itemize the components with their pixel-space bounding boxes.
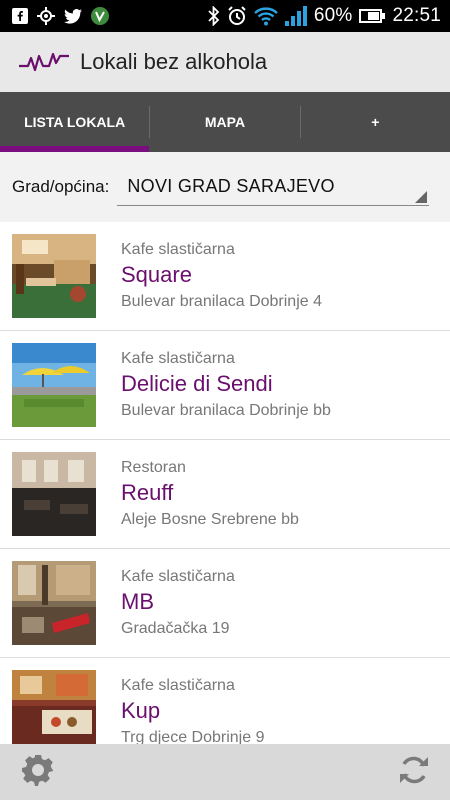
vine-icon	[91, 7, 109, 25]
place-address: Gradačačka 19	[121, 620, 230, 637]
wifi-icon	[253, 6, 278, 26]
city-filter-row: Grad/općina: NOVI GRAD SARAJEVO	[0, 152, 450, 222]
status-bar: 60% 22:51	[0, 0, 450, 32]
tab-lista-lokala[interactable]: LISTA LOKALA	[0, 92, 150, 152]
city-select-dropdown[interactable]: NOVI GRAD SARAJEVO	[117, 168, 430, 206]
settings-button[interactable]	[20, 754, 56, 790]
list-item[interactable]: Kafe slastičarna Square Bulevar branilac…	[0, 222, 450, 331]
place-category: Kafe slastičarna	[121, 568, 235, 585]
city-select-value: NOVI GRAD SARAJEVO	[127, 176, 335, 196]
signal-icon	[284, 6, 307, 26]
dropdown-caret-icon	[415, 191, 428, 203]
place-address: Bulevar branilaca Dobrinje 4	[121, 293, 322, 310]
app-logo-icon	[18, 50, 70, 74]
twitter-icon	[64, 8, 82, 24]
place-photo	[12, 234, 96, 318]
action-bar: Lokali bez alkohola	[0, 32, 450, 92]
place-photo	[12, 670, 96, 744]
tab-label: +	[371, 114, 380, 130]
place-address: Bulevar branilaca Dobrinje bb	[121, 402, 331, 419]
place-photo	[12, 561, 96, 645]
tab-label: LISTA LOKALA	[24, 114, 126, 130]
tab-bar: LISTA LOKALA MAPA +	[0, 92, 450, 152]
refresh-button[interactable]	[396, 754, 432, 790]
battery-icon	[359, 9, 386, 23]
place-name: Delicie di Sendi	[121, 371, 273, 396]
alarm-icon	[227, 6, 247, 26]
notification-icon	[12, 8, 28, 24]
place-name: Kup	[121, 698, 161, 723]
place-name: Reuff	[121, 480, 174, 505]
bluetooth-icon	[208, 6, 220, 26]
list-item[interactable]: Restoran Reuff Aleje Bosne Srebrene bb	[0, 440, 450, 549]
refresh-icon	[397, 753, 431, 792]
list-item[interactable]: Kafe slastičarna Kup Trg djece Dobrinje …	[0, 658, 450, 744]
place-category: Restoran	[121, 459, 186, 476]
place-address: Aleje Bosne Srebrene bb	[121, 511, 299, 528]
places-list[interactable]: Kafe slastičarna Square Bulevar branilac…	[0, 222, 450, 744]
list-item[interactable]: Kafe slastičarna Delicie di Sendi Buleva…	[0, 331, 450, 440]
battery-percent: 60%	[313, 5, 353, 26]
tab-add[interactable]: +	[301, 92, 450, 152]
tab-label: MAPA	[204, 114, 246, 130]
settings-icon	[21, 753, 55, 792]
place-address: Trg djece Dobrinje 9	[121, 729, 265, 744]
place-name: MB	[121, 589, 154, 614]
place-photo	[12, 452, 96, 536]
app-title: Lokali bez alkohola	[80, 49, 268, 74]
city-filter-label: Grad/općina:	[12, 177, 110, 196]
place-category: Kafe slastičarna	[121, 241, 235, 258]
clock: 22:51	[392, 5, 441, 26]
place-photo	[12, 343, 96, 427]
bottom-toolbar	[0, 744, 450, 800]
gps-icon	[37, 7, 55, 25]
list-item[interactable]: Kafe slastičarna MB Gradačačka 19	[0, 549, 450, 658]
place-category: Kafe slastičarna	[121, 350, 235, 367]
tab-mapa[interactable]: MAPA	[150, 92, 299, 152]
place-name: Square	[121, 262, 192, 287]
place-category: Kafe slastičarna	[121, 677, 235, 694]
